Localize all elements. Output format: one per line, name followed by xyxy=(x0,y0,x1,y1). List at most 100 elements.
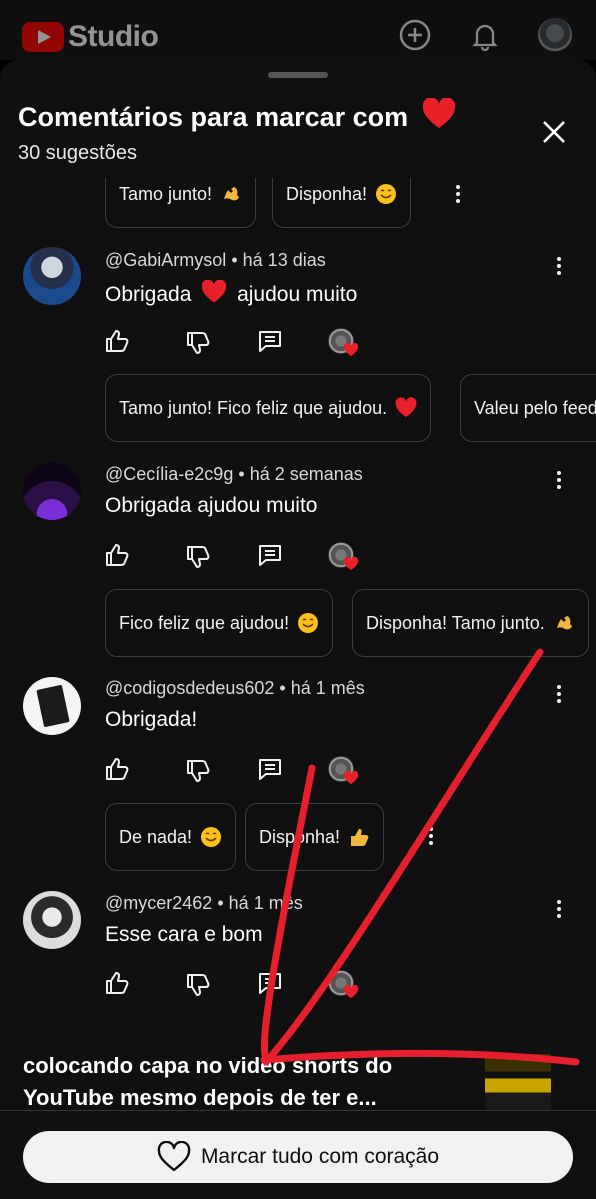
like-icon[interactable] xyxy=(104,970,130,996)
sheet-title: Comentários para marcar com xyxy=(18,98,456,133)
notifications-bell-icon[interactable] xyxy=(468,18,502,52)
studio-logo-text: Studio xyxy=(68,20,159,53)
more-options-icon[interactable] xyxy=(549,682,569,710)
separator-dot: • xyxy=(238,464,245,484)
dislike-icon[interactable] xyxy=(185,330,211,356)
smiling-face-icon xyxy=(298,613,319,633)
comment-time: há 13 dias xyxy=(242,250,326,270)
comment-text: Obrigada ajudou muito xyxy=(105,494,317,518)
reply-icon[interactable] xyxy=(257,328,283,354)
reply-icon[interactable] xyxy=(257,542,283,568)
comment-time: há 2 semanas xyxy=(249,464,363,484)
comment-text-part: Esse cara e bom xyxy=(105,923,263,946)
avatar[interactable] xyxy=(23,677,81,735)
reply-chip-label: Disponha! Tamo junto. xyxy=(366,612,545,633)
video-title[interactable]: colocando capa no video shorts do YouTub… xyxy=(23,1050,463,1114)
comment-time: há 1 mês xyxy=(228,893,303,913)
dislike-icon[interactable] xyxy=(185,972,211,998)
creator-heart-button[interactable] xyxy=(328,970,359,999)
account-avatar[interactable] xyxy=(538,18,572,52)
flexed-biceps-icon xyxy=(224,187,240,201)
reply-chip[interactable]: Valeu pelo feed xyxy=(460,374,596,442)
red-heart-icon xyxy=(343,771,359,785)
smiling-face-icon xyxy=(201,827,222,847)
comment-author[interactable]: @mycer2462 xyxy=(105,893,212,913)
avatar[interactable] xyxy=(23,462,81,520)
comment-author[interactable]: @Cecília-e2c9g xyxy=(105,464,233,484)
dislike-icon[interactable] xyxy=(185,758,211,784)
drag-handle[interactable] xyxy=(268,72,328,78)
reply-chip-label: De nada! xyxy=(119,826,193,847)
bible-book-image xyxy=(36,684,70,728)
reply-chip-label: Disponha! xyxy=(259,826,341,847)
comment-author[interactable]: @codigosdedeus602 xyxy=(105,678,274,698)
creator-heart-button[interactable] xyxy=(328,542,359,571)
creator-heart-button[interactable] xyxy=(328,756,359,785)
comment-author[interactable]: @GabiArmysol xyxy=(105,250,226,270)
more-options-icon[interactable] xyxy=(549,254,569,282)
bottom-action-bar: Marcar tudo com coração xyxy=(0,1110,596,1199)
like-icon[interactable] xyxy=(104,542,130,568)
create-plus-icon[interactable] xyxy=(398,18,432,52)
reply-chip[interactable]: Disponha! xyxy=(272,178,412,228)
comment-text-part: ajudou muito xyxy=(237,283,358,306)
reply-chip[interactable]: De nada! xyxy=(105,803,237,871)
comment-text: Esse cara e bom xyxy=(105,923,263,947)
more-options-icon[interactable] xyxy=(549,468,569,496)
comment-meta: @Cecília-e2c9g • há 2 semanas xyxy=(105,464,363,485)
smiling-face-icon xyxy=(376,184,397,204)
reply-chip-label: Disponha! xyxy=(286,183,368,204)
comment-meta: @codigosdedeus602 • há 1 mês xyxy=(105,678,365,699)
creator-heart-button[interactable] xyxy=(328,328,359,357)
avatar[interactable] xyxy=(23,891,81,949)
reply-chip-label: Tamo junto! xyxy=(119,183,213,204)
reply-chip-label: Valeu pelo feed xyxy=(474,397,596,418)
comment-meta: @GabiArmysol • há 13 dias xyxy=(105,250,326,271)
comments-list[interactable]: Tamo junto! Disponha! @GabiArmysol • há … xyxy=(0,178,596,1108)
suggestion-count: 30 sugestões xyxy=(18,142,137,164)
reply-icon[interactable] xyxy=(257,756,283,782)
red-heart-icon xyxy=(343,343,359,357)
studio-top-bar: Studio xyxy=(0,0,596,60)
comment-text: Obrigada! xyxy=(105,708,197,732)
red-heart-icon xyxy=(343,557,359,571)
comments-bottom-sheet: Comentários para marcar com 30 sugestões… xyxy=(0,60,596,1199)
separator-dot: • xyxy=(217,893,224,913)
separator-dot: • xyxy=(231,250,238,270)
heart-outline-icon xyxy=(157,1141,191,1172)
youtube-play-icon xyxy=(22,22,64,52)
red-heart-icon xyxy=(395,397,417,418)
mark-all-heart-button[interactable]: Marcar tudo com coração xyxy=(23,1131,573,1183)
close-icon[interactable] xyxy=(538,116,570,148)
more-options-icon[interactable] xyxy=(549,897,569,925)
more-options-icon[interactable] xyxy=(448,182,468,210)
comment-meta: @mycer2462 • há 1 mês xyxy=(105,893,303,914)
reply-chip-label: Tamo junto! Fico feliz que ajudou. xyxy=(119,397,388,418)
mark-all-label: Marcar tudo com coração xyxy=(200,1145,440,1168)
reply-icon[interactable] xyxy=(257,970,283,996)
avatar[interactable] xyxy=(23,247,81,305)
flexed-biceps-icon xyxy=(556,616,572,630)
red-heart-icon xyxy=(202,279,227,303)
comment-time: há 1 mês xyxy=(290,678,365,698)
reply-chip[interactable]: Fico feliz que ajudou! xyxy=(105,589,334,657)
reply-chip[interactable]: Disponha! xyxy=(245,803,385,871)
dislike-icon[interactable] xyxy=(185,544,211,570)
video-thumbnail[interactable] xyxy=(485,1040,551,1110)
reply-chip[interactable]: Tamo junto! Fico feliz que ajudou. xyxy=(105,374,432,442)
comment-text-part: Obrigada! xyxy=(105,708,198,731)
comment-text: Obrigada ajudou muito xyxy=(105,279,358,307)
thumbs-up-icon xyxy=(351,829,369,846)
like-icon[interactable] xyxy=(104,328,130,354)
red-heart-icon xyxy=(343,985,359,999)
separator-dot: • xyxy=(279,678,286,698)
like-icon[interactable] xyxy=(104,756,130,782)
reply-chip[interactable]: Disponha! Tamo junto. xyxy=(352,589,589,657)
comment-text-part: Obrigada xyxy=(105,283,192,306)
reply-chip-label: Fico feliz que ajudou! xyxy=(119,612,290,633)
sheet-title-text: Comentários para marcar com xyxy=(18,102,409,132)
red-heart-icon xyxy=(422,98,455,128)
comment-text-part: Obrigada ajudou muito xyxy=(105,494,318,517)
more-options-icon[interactable] xyxy=(421,824,441,852)
reply-chip[interactable]: Tamo junto! xyxy=(105,178,257,228)
